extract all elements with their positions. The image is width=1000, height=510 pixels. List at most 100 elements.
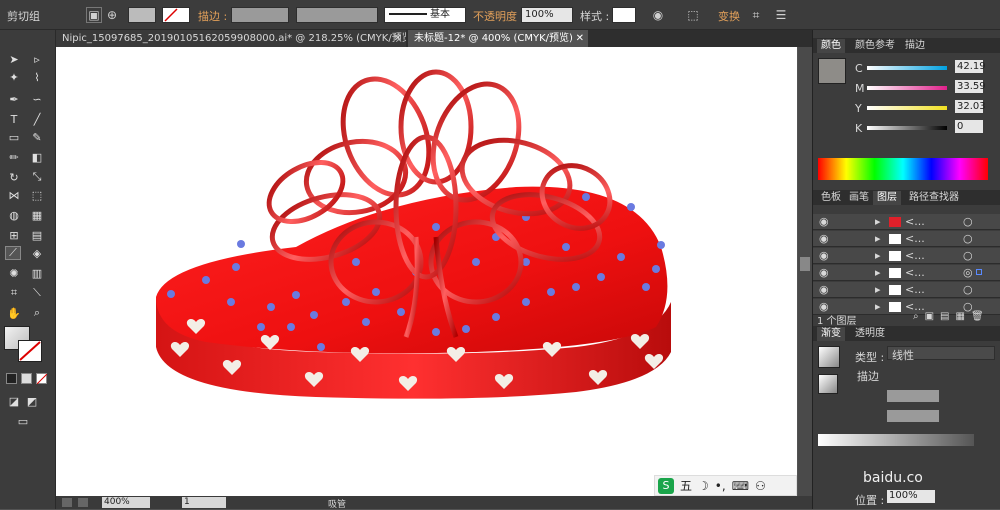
selection-indicator[interactable] [976, 269, 982, 275]
tab-brushes[interactable]: 画笔 [845, 191, 873, 205]
target-icon[interactable]: ○ [963, 232, 973, 245]
k-slider[interactable] [867, 126, 947, 130]
share-icon[interactable] [78, 498, 88, 507]
tab-gradient[interactable]: 渐变 [817, 327, 845, 341]
panel-menu-icon[interactable]: ☰ [770, 7, 792, 23]
layer-row[interactable]: ◉ ▸ <... ○ [813, 214, 1000, 230]
artboard-tool-icon[interactable]: ⌗ [6, 286, 22, 300]
expand-arrow-icon[interactable]: ▸ [875, 215, 881, 228]
opacity-input[interactable]: 100% [521, 7, 573, 23]
zoom-tool-icon[interactable]: ⌕ [29, 306, 45, 320]
ime-toolbar[interactable]: S 五 ☽ •, ⌨ ⚇ [654, 475, 797, 496]
slice-tool-icon[interactable]: ⟍ [29, 286, 45, 300]
tab-swatches[interactable]: 色板 [817, 191, 845, 205]
layer-name[interactable]: <... [905, 215, 925, 228]
perspective-grid-tool-icon[interactable]: ▦ [29, 208, 45, 222]
eye-icon[interactable]: ◉ [819, 215, 829, 228]
direct-selection-tool-icon[interactable]: ▹ [29, 52, 45, 66]
line-tool-icon[interactable]: ╱ [29, 112, 45, 126]
width-tool-icon[interactable]: ⋈ [6, 188, 22, 202]
angle-input[interactable] [887, 390, 939, 402]
gradient-type-select[interactable]: 线性 [887, 346, 995, 362]
lasso-tool-icon[interactable]: ⌇ [29, 70, 45, 84]
recolor-artwork-icon[interactable]: ◉ [650, 7, 666, 23]
graphic-style-dropdown[interactable] [612, 7, 636, 23]
hand-tool-icon[interactable]: ✋ [6, 306, 22, 320]
artboard[interactable]: S 五 ☽ •, ⌨ ⚇ [56, 47, 797, 496]
close-icon[interactable]: ✕ [394, 30, 402, 47]
edit-contents-icon[interactable]: ⊕ [104, 7, 120, 23]
m-slider[interactable] [867, 86, 947, 90]
gradient-mode-icon[interactable] [21, 373, 32, 384]
scale-tool-icon[interactable]: ⤡ [29, 170, 45, 184]
eye-icon[interactable]: ◉ [819, 266, 829, 279]
fill-color-dropdown[interactable] [128, 7, 156, 23]
vertical-scrollbar[interactable] [798, 47, 812, 496]
column-graph-tool-icon[interactable]: ▥ [29, 266, 45, 280]
user-icon[interactable]: ⚇ [755, 479, 766, 493]
draw-mode-icon[interactable]: ◪ [6, 394, 22, 408]
gradient-stroke-swatch[interactable] [818, 374, 838, 394]
target-icon[interactable]: ○ [963, 249, 973, 262]
artboard-navigator-icon[interactable] [62, 498, 72, 507]
c-value-input[interactable]: 42.19 [955, 60, 986, 73]
ime-mode-label[interactable]: 五 [680, 477, 692, 494]
punctuation-icon[interactable]: •, [715, 479, 726, 493]
layer-name[interactable]: <... [905, 249, 925, 262]
blend-tool-icon[interactable]: ◈ [29, 246, 45, 260]
tab-color[interactable]: 颜色 [817, 39, 845, 53]
expand-arrow-icon[interactable]: ▸ [875, 283, 881, 296]
rectangle-tool-icon[interactable]: ▭ [6, 130, 22, 144]
layer-row[interactable]: ◉ ▸ <... ○ [813, 282, 1000, 298]
eye-icon[interactable]: ◉ [819, 283, 829, 296]
position-input[interactable]: 100% [887, 490, 935, 503]
selection-tool-icon[interactable]: ➤ [6, 52, 22, 66]
draw-behind-icon[interactable]: ◩ [24, 394, 40, 408]
close-icon[interactable]: ✕ [576, 30, 584, 47]
align-icon[interactable]: ⬚ [682, 7, 704, 23]
m-value-input[interactable]: 33.59 [955, 80, 986, 93]
mesh-tool-icon[interactable]: ⊞ [6, 228, 22, 242]
symbol-sprayer-tool-icon[interactable]: ✺ [6, 266, 22, 280]
stroke-swatch[interactable] [18, 340, 42, 362]
stroke-weight-input[interactable] [231, 7, 289, 23]
layer-name[interactable]: <... [905, 266, 925, 279]
tab-layers[interactable]: 图层 [873, 191, 901, 205]
layer-row[interactable]: ◉ ▸ <... ◎ [813, 265, 1000, 281]
stroke-color-dropdown[interactable] [162, 7, 190, 23]
y-slider[interactable] [867, 106, 947, 110]
screen-mode-icon[interactable]: ▭ [15, 414, 31, 428]
expand-arrow-icon[interactable]: ▸ [875, 249, 881, 262]
color-spectrum[interactable] [818, 158, 988, 180]
expand-arrow-icon[interactable]: ▸ [875, 232, 881, 245]
c-slider[interactable] [867, 66, 947, 70]
expand-arrow-icon[interactable]: ▸ [875, 300, 881, 313]
pencil-tool-icon[interactable]: ✏ [6, 150, 22, 164]
paintbrush-tool-icon[interactable]: ✎ [29, 130, 45, 144]
layer-row[interactable]: ◉ ▸ <... ○ [813, 231, 1000, 247]
type-tool-icon[interactable]: T [6, 112, 22, 126]
gradient-preview[interactable] [818, 346, 840, 368]
eyedropper-tool-icon[interactable]: ⟋ [5, 246, 21, 260]
y-value-input[interactable]: 32.03 [955, 100, 986, 113]
opacity-label[interactable]: 不透明度 : [473, 8, 524, 24]
gradient-tool-icon[interactable]: ▤ [29, 228, 45, 242]
target-icon[interactable]: ○ [963, 283, 973, 296]
color-mode-icon[interactable] [6, 373, 17, 384]
tab-pathfinder[interactable]: 路径查找器 [905, 191, 963, 205]
isolate-group-icon[interactable]: ▣ [86, 7, 102, 23]
keyboard-icon[interactable]: ⌨ [732, 479, 749, 493]
artboard-number-input[interactable]: 1 [182, 497, 226, 508]
aspect-input[interactable] [887, 410, 939, 422]
shape-builder-tool-icon[interactable]: ◍ [6, 208, 22, 222]
scroll-thumb[interactable] [800, 257, 810, 271]
transform-link[interactable]: 变换 [718, 8, 740, 24]
target-icon[interactable]: ◎ [963, 266, 973, 279]
gradient-slider[interactable] [818, 434, 974, 446]
eye-icon[interactable]: ◉ [819, 232, 829, 245]
none-mode-icon[interactable] [36, 373, 48, 385]
layer-actions-icon[interactable]: ⌕▣▤▦🗑 [913, 311, 990, 322]
transform-each-icon[interactable]: ⌗ [748, 7, 764, 23]
k-value-input[interactable]: 0 [955, 120, 983, 133]
brush-definition-dropdown[interactable]: 基本 [384, 7, 466, 23]
